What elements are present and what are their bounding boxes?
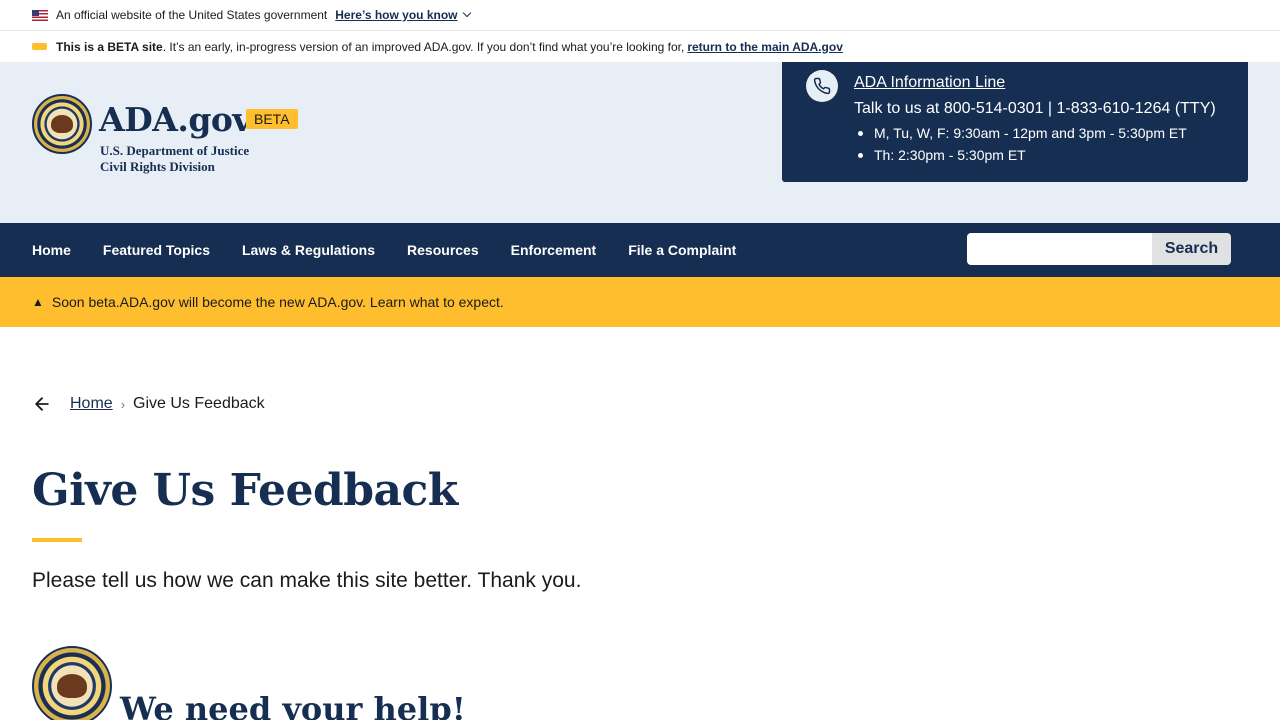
eagle-icon	[51, 115, 73, 133]
nav-item-laws-regulations[interactable]: Laws & Regulations	[242, 242, 375, 258]
nav-item-enforcement[interactable]: Enforcement	[511, 242, 597, 258]
breadcrumb-current: Give Us Feedback	[133, 395, 265, 412]
hours-list: M, Tu, W, F: 9:30am - 12pm and 3pm - 5:3…	[854, 125, 1187, 169]
us-flag-icon	[32, 9, 48, 21]
beta-badge: BETA	[246, 109, 298, 129]
gov-banner-text: An official website of the United States…	[56, 8, 328, 22]
hours-item: M, Tu, W, F: 9:30am - 12pm and 3pm - 5:3…	[854, 125, 1187, 141]
title-underline	[32, 538, 82, 542]
search-button[interactable]: Search	[1152, 233, 1231, 265]
nav-item-home[interactable]: Home	[32, 242, 71, 258]
phone-numbers: Talk to us at 800-514-0301 | 1-833-610-1…	[854, 100, 1216, 117]
eagle-icon	[57, 674, 87, 698]
breadcrumb-separator-icon: ›	[120, 396, 126, 412]
alert-text[interactable]: Soon beta.ADA.gov will become the new AD…	[52, 294, 504, 310]
breadcrumb: Home › Give Us Feedback	[32, 394, 265, 414]
beta-indicator-icon	[32, 43, 47, 50]
return-to-main-link[interactable]: return to the main ADA.gov	[687, 40, 843, 54]
nav-links: Home Featured Topics Laws & Regulations …	[0, 242, 768, 258]
site-header: ADA.gov BETA U.S. Department of Justice …	[0, 62, 1280, 223]
nav-item-featured-topics[interactable]: Featured Topics	[103, 242, 210, 258]
department-name: U.S. Department of Justice Civil Rights …	[100, 143, 249, 175]
site-search: Search	[967, 233, 1231, 265]
section-heading: We need your help!	[120, 690, 466, 720]
beta-site-banner: This is a BETA site . It’s an early, in-…	[0, 31, 1280, 62]
hours-item: Th: 2:30pm - 5:30pm ET	[854, 147, 1187, 163]
dept-line-2: Civil Rights Division	[100, 159, 215, 174]
heres-how-you-know-link[interactable]: Here’s how you know	[335, 8, 457, 22]
ada-information-line-box: ADA Information Line Talk to us at 800-5…	[782, 62, 1248, 182]
official-gov-banner: An official website of the United States…	[0, 0, 1280, 31]
doj-seal-logo[interactable]	[32, 94, 92, 154]
beta-banner-text: . It’s an early, in-progress version of …	[162, 39, 685, 54]
site-name[interactable]: ADA.gov	[99, 100, 252, 139]
doj-seal-image	[32, 646, 112, 720]
chevron-down-icon[interactable]	[462, 8, 471, 18]
search-input[interactable]	[967, 233, 1152, 265]
ada-information-line-link[interactable]: ADA Information Line	[854, 74, 1005, 92]
site-alert: ▲ Soon beta.ADA.gov will become the new …	[0, 277, 1280, 327]
warning-icon: ▲	[32, 295, 44, 309]
breadcrumb-home-link[interactable]: Home	[70, 395, 113, 413]
dept-line-1: U.S. Department of Justice	[100, 143, 250, 158]
lead-paragraph: Please tell us how we can make this site…	[32, 569, 582, 592]
nav-item-file-a-complaint[interactable]: File a Complaint	[628, 242, 736, 258]
back-arrow-icon[interactable]	[32, 394, 52, 414]
main-navigation: Home Featured Topics Laws & Regulations …	[0, 223, 1280, 277]
page-title: Give Us Feedback	[32, 465, 458, 516]
beta-banner-bold: This is a BETA site	[56, 39, 163, 54]
nav-item-resources[interactable]: Resources	[407, 242, 479, 258]
phone-icon	[806, 70, 838, 102]
